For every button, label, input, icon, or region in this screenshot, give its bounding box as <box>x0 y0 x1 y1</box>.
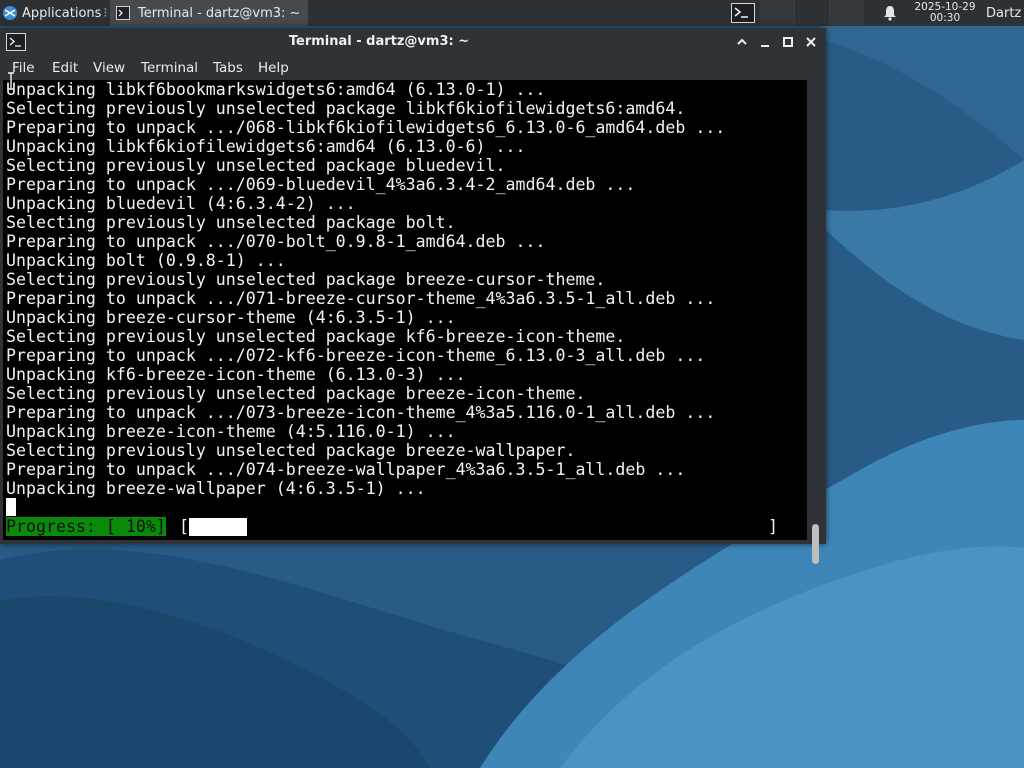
terminal-line: Selecting previously unselected package … <box>6 99 686 118</box>
window-title: Terminal - dartz@vm3: ~ <box>288 34 470 49</box>
top-panel: Applications ⁝ Terminal - dartz@vm3: ~ 2… <box>0 0 1024 26</box>
terminal-cursor <box>6 498 16 516</box>
user-name-label: Dartz <box>986 5 1022 21</box>
terminal-line: Preparing to unpack .../069-bluedevil_4%… <box>6 175 636 194</box>
scrollbar-thumb[interactable] <box>812 524 819 564</box>
bell-icon <box>884 6 896 21</box>
applications-menu-button[interactable]: Applications ⁝ <box>0 0 110 26</box>
progress-row: Progress: [ 10%] [ ] <box>6 517 806 536</box>
mouse-cursor-icon <box>8 72 14 90</box>
shade-button[interactable] <box>734 34 750 50</box>
terminal-line: Selecting previously unselected package … <box>6 156 506 175</box>
terminal-window: Terminal - dartz@vm3: ~ File Edit View T… <box>0 28 826 564</box>
terminal-icon <box>731 3 755 23</box>
terminal-launcher-button[interactable] <box>728 0 758 26</box>
notifications-button[interactable] <box>882 0 898 26</box>
applications-label: Applications <box>22 5 102 21</box>
workspace-3[interactable] <box>829 0 864 26</box>
workspace-1[interactable] <box>760 0 794 26</box>
terminal-line: Preparing to unpack .../073-breeze-icon-… <box>6 403 716 422</box>
close-button[interactable] <box>803 34 819 50</box>
scrollbar[interactable] <box>807 80 826 564</box>
terminal-line: Selecting previously unselected package … <box>6 327 626 346</box>
terminal-line: Unpacking bluedevil (4:6.3.4-2) ... <box>6 194 356 213</box>
clock[interactable]: 2025-10-29 00:30 <box>908 0 982 26</box>
terminal-line: Preparing to unpack .../074-breeze-wallp… <box>6 460 686 479</box>
minimize-icon <box>761 45 769 47</box>
workspace-switcher[interactable] <box>760 0 868 26</box>
terminal-line: Selecting previously unselected package … <box>6 270 606 289</box>
terminal-line: Unpacking bolt (0.9.8-1) ... <box>6 251 286 270</box>
menu-view[interactable]: View <box>93 56 125 80</box>
progress-bar-fill <box>189 518 247 536</box>
chevron-up-icon <box>737 38 747 45</box>
menu-help[interactable]: Help <box>258 56 289 80</box>
workspace-2[interactable] <box>794 0 829 26</box>
menu-separator: ⁝ <box>103 5 108 21</box>
terminal-line: Selecting previously unselected package … <box>6 384 586 403</box>
progress-bracket-close: ] <box>768 517 778 536</box>
terminal-line: Preparing to unpack .../072-kf6-breeze-i… <box>6 346 706 365</box>
terminal-icon <box>116 6 130 20</box>
terminal-lines: Unpacking libkf6bookmarkswidgets6:amd64 … <box>6 80 725 498</box>
terminal-line: Unpacking breeze-cursor-theme (4:6.3.5-1… <box>6 308 456 327</box>
menu-bar: File Edit View Terminal Tabs Help <box>0 56 826 80</box>
taskbar-window-title: Terminal - dartz@vm3: ~ <box>138 5 301 21</box>
user-menu-button[interactable]: Dartz <box>986 0 1024 26</box>
progress-label: Progress: [ 10%] <box>6 517 166 536</box>
terminal-output[interactable]: Unpacking libkf6bookmarkswidgets6:amd64 … <box>3 80 807 540</box>
menu-edit[interactable]: Edit <box>52 56 78 80</box>
terminal-line: Selecting previously unselected package … <box>6 213 456 232</box>
window-titlebar[interactable]: Terminal - dartz@vm3: ~ <box>0 28 826 56</box>
terminal-line: Unpacking breeze-wallpaper (4:6.3.5-1) .… <box>6 479 426 498</box>
minimize-button[interactable] <box>757 34 773 50</box>
taskbar-terminal-window[interactable]: Terminal - dartz@vm3: ~ <box>110 0 308 26</box>
menu-terminal[interactable]: Terminal <box>141 56 198 80</box>
menu-tabs[interactable]: Tabs <box>213 56 243 80</box>
terminal-line: Selecting previously unselected package … <box>6 441 576 460</box>
terminal-line: Preparing to unpack .../070-bolt_0.9.8-1… <box>6 232 546 251</box>
terminal-line: Unpacking libkf6kiofilewidgets6:amd64 (6… <box>6 137 526 156</box>
progress-bracket-open: [ <box>179 517 189 536</box>
clock-time: 00:30 <box>929 12 961 24</box>
terminal-line: Unpacking kf6-breeze-icon-theme (6.13.0-… <box>6 365 466 384</box>
terminal-line: Preparing to unpack .../071-breeze-curso… <box>6 289 716 308</box>
terminal-line: Unpacking libkf6bookmarkswidgets6:amd64 … <box>6 80 546 99</box>
close-icon <box>806 37 816 47</box>
xfce-logo-icon <box>3 6 17 20</box>
menu-file[interactable]: File <box>12 56 35 80</box>
maximize-button[interactable] <box>780 34 796 50</box>
maximize-icon <box>783 37 793 47</box>
terminal-line: Preparing to unpack .../068-libkf6kiofil… <box>6 118 726 137</box>
terminal-line: Unpacking breeze-icon-theme (4:5.116.0-1… <box>6 422 456 441</box>
